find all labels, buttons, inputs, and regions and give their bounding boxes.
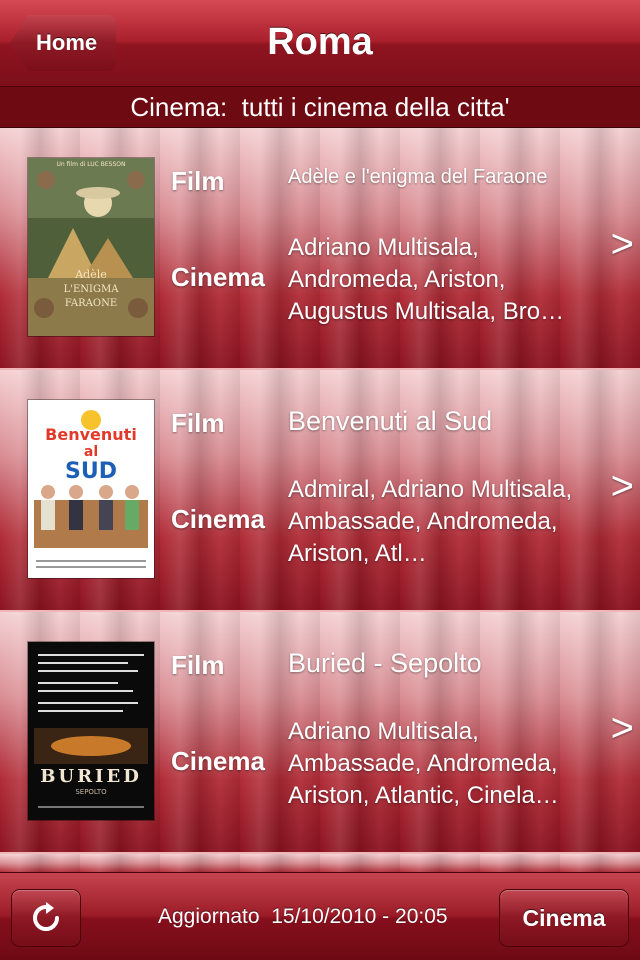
film-title: Adèle e l'enigma del Faraone [288, 166, 548, 188]
movie-row-benvenuti[interactable]: Benvenuti al SUD Film Benvenuti al Sud C… [0, 370, 640, 612]
subheader-cinema-filter: Cinema: tutti i cinema della citta' [0, 87, 640, 128]
app-root: Home Roma Cinema: tutti i cinema della c… [0, 0, 640, 960]
film-title: Buried - Sepolto [288, 648, 482, 678]
home-button-label: Home [36, 30, 98, 55]
poster-buried-image: BURIED SEPOLTO [28, 642, 154, 820]
svg-text:Benvenuti: Benvenuti [45, 425, 137, 444]
chevron-right-icon: > [610, 222, 634, 266]
movie-list[interactable]: Adèle L'ENIGMA FARAONE Un film di LUC BE… [0, 128, 640, 880]
refresh-icon [33, 902, 59, 931]
cinema-list-text: Adriano Multisala, Andromeda, Ariston, A… [288, 234, 565, 325]
nav-bar: Home Roma [0, 0, 640, 87]
home-back-button[interactable]: Home [10, 15, 116, 71]
chevron-right-icon: > [610, 464, 634, 508]
cinema-button[interactable]: Cinema [500, 890, 628, 946]
svg-text:BURIED: BURIED [40, 766, 142, 787]
film-title: Benvenuti al Sud [288, 406, 493, 436]
movie-row-adele[interactable]: Adèle L'ENIGMA FARAONE Un film di LUC BE… [0, 128, 640, 370]
refresh-button[interactable] [12, 890, 80, 946]
bottom-toolbar: Aggiornato 15/10/2010 - 20:05 Cinema [0, 872, 640, 960]
svg-text:FARAONE: FARAONE [65, 298, 117, 309]
cinema-label: Cinema [171, 262, 265, 292]
poster-benvenuti-image: Benvenuti al SUD [28, 400, 154, 578]
svg-text:Adèle: Adèle [74, 268, 107, 281]
svg-text:SEPOLTO: SEPOLTO [75, 788, 107, 796]
cinema-button-label: Cinema [522, 904, 606, 931]
svg-text:al: al [84, 444, 98, 460]
poster-adele-image: Adèle L'ENIGMA FARAONE Un film di LUC BE… [28, 158, 154, 336]
cinema-list-text: Adriano Multisala, Ambassade, Andromeda,… [288, 718, 559, 809]
movie-row-buried[interactable]: BURIED SEPOLTO Film Buried - Sepolto Cin… [0, 612, 640, 854]
cinema-label: Cinema [171, 504, 265, 534]
svg-text:SUD: SUD [65, 459, 117, 484]
film-label: Film [171, 408, 225, 438]
film-label: Film [171, 166, 225, 196]
svg-text:Un film di LUC BESSON: Un film di LUC BESSON [57, 161, 126, 168]
film-label: Film [171, 650, 225, 680]
cinema-label: Cinema [171, 746, 265, 776]
svg-text:L'ENIGMA: L'ENIGMA [64, 284, 120, 295]
chevron-right-icon: > [610, 706, 634, 750]
cinema-list-text: Admiral, Adriano Multisala, Ambassade, A… [288, 476, 573, 567]
last-updated-text: Aggiornato 15/10/2010 - 20:05 [158, 905, 448, 928]
